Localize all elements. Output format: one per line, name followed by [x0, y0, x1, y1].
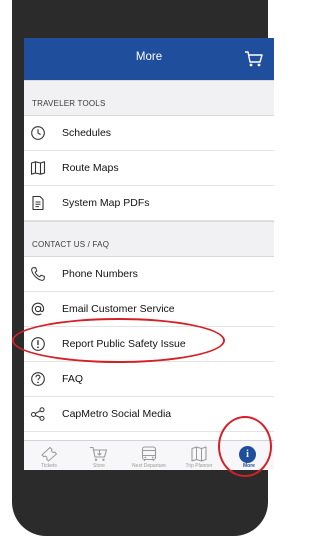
section-label: CONTACT US / FAQ	[32, 240, 110, 249]
at-sign-icon	[31, 302, 45, 316]
menu-item-label: Schedules	[62, 127, 112, 139]
ticket-icon	[41, 446, 58, 462]
map-icon	[191, 446, 207, 462]
section-header-contact-us-faq: CONTACT US / FAQ	[24, 221, 274, 257]
menu-item-label: Phone Numbers	[62, 268, 138, 280]
clock-icon	[31, 126, 45, 140]
question-circle-icon	[31, 372, 45, 386]
page-title: More	[135, 51, 163, 63]
tab-label: Store	[93, 463, 105, 469]
document-icon	[32, 195, 44, 211]
menu-item-schedules[interactable]: Schedules	[24, 116, 274, 151]
map-icon	[30, 161, 46, 175]
menu-item-route-maps[interactable]: Route Maps	[24, 151, 274, 186]
menu-item-label: CapMetro Social Media	[62, 408, 172, 420]
menu-item-label: FAQ	[62, 373, 84, 385]
menu-item-label: Email Customer Service	[62, 303, 175, 315]
tab-tickets[interactable]: Tickets	[24, 441, 74, 470]
highlight-ellipse-more-tab	[218, 416, 272, 477]
phone-icon	[31, 267, 45, 281]
share-icon	[31, 407, 45, 421]
tab-label: Tickets	[41, 463, 57, 469]
cart-icon	[90, 446, 108, 461]
tab-store[interactable]: Store	[74, 441, 124, 470]
tab-next-departure[interactable]: Next Departure	[124, 441, 174, 470]
menu-item-faq[interactable]: FAQ	[24, 362, 274, 397]
cart-icon[interactable]	[244, 50, 264, 68]
section-header-traveler-tools: TRAVELER TOOLS	[24, 80, 274, 116]
menu-item-label: System Map PDFs	[62, 197, 150, 209]
menu-item-label: Route Maps	[62, 162, 119, 174]
tab-label: Next Departure	[132, 463, 166, 469]
tab-label: Trip Planner	[185, 463, 213, 469]
menu-item-phone-numbers[interactable]: Phone Numbers	[24, 257, 274, 292]
highlight-ellipse-report-safety	[12, 318, 225, 363]
section-label: TRAVELER TOOLS	[32, 99, 106, 108]
nav-header: More	[24, 38, 274, 80]
bus-icon	[141, 446, 157, 461]
app-screen: More TRAVELER TOOLS Schedules Route Maps…	[24, 38, 274, 470]
tab-trip-planner[interactable]: Trip Planner	[174, 441, 224, 470]
menu-item-system-map-pdfs[interactable]: System Map PDFs	[24, 186, 274, 221]
